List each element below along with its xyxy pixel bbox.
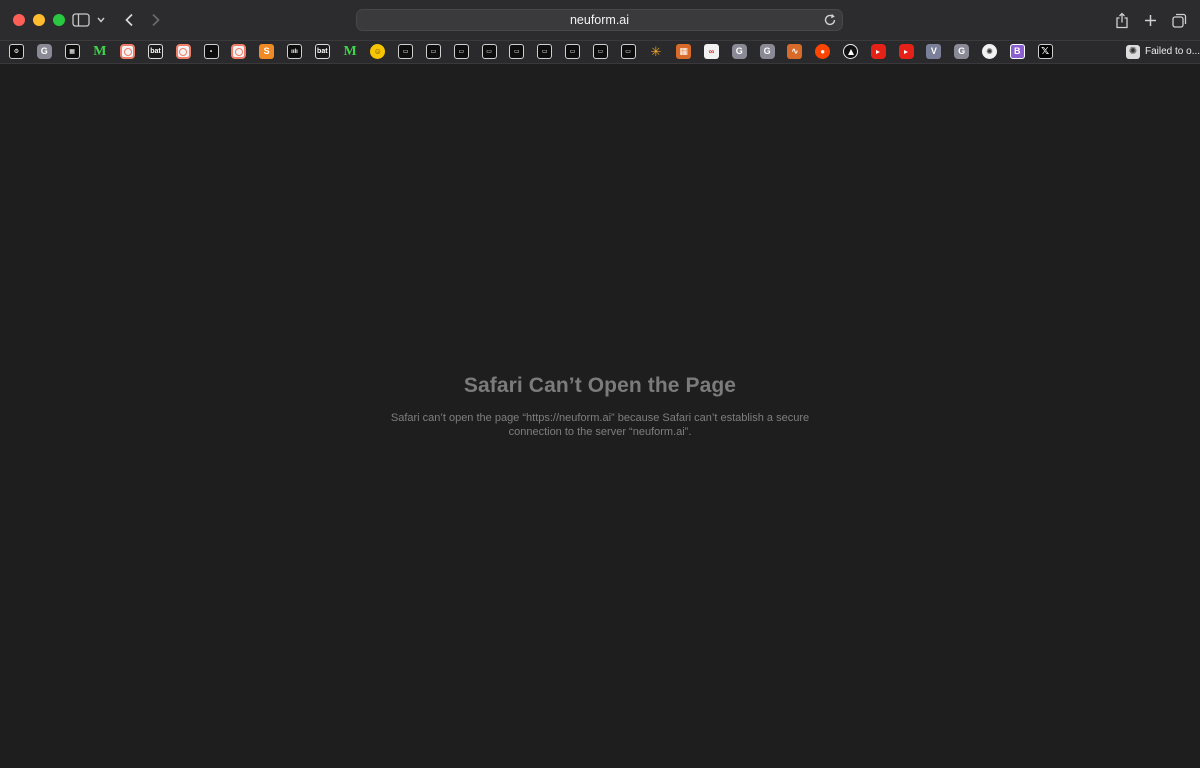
favorite-reddit-icon[interactable]: ● [815,44,831,59]
tab-favicon-icon: ✺ [1126,44,1140,59]
forward-button[interactable] [145,9,167,31]
open-tab[interactable]: ✺ Failed to o... [1126,43,1200,60]
favorite-site-icon[interactable]: ▭ [537,44,553,59]
chevron-right-icon [152,13,160,27]
share-icon [1116,12,1128,28]
minimize-window-button[interactable] [33,14,45,26]
favorite-site-icon[interactable]: ▭ [481,44,497,59]
favorites-bar: ✺ Failed to o... ⚙ G ▦ Mbat • Sıılı bat M ☺ ▭ ▭ ▭ ▭ ▭… [0,41,1200,64]
tab-overview-button[interactable] [1168,9,1190,31]
favorite-g-icon[interactable]: G [731,44,747,59]
error-message: Safari can’t open the page “https://neuf… [390,412,810,438]
error-page: Safari Can’t Open the Page Safari can’t … [0,374,1200,439]
close-window-button[interactable] [13,14,25,26]
browser-window: neuform.ai ✺ Failed to o... ⚙ G ▦ Mbat • Sııl… [0,0,1200,768]
favorite-g-icon[interactable]: G [759,44,775,59]
chevron-down-icon [97,17,105,23]
favorite-bars-icon[interactable]: ıılı [287,44,302,59]
favorite-site-icon[interactable]: ▭ [398,44,414,59]
favorite-m-icon[interactable]: M [92,44,107,59]
reload-icon[interactable] [823,13,837,27]
address-text: neuform.ai [569,13,630,27]
favorite-target-icon[interactable] [120,44,136,59]
window-controls [13,14,65,26]
favorite-site-icon[interactable]: ▭ [426,44,441,59]
favorite-s-icon[interactable]: S [259,44,275,59]
favorite-v-icon[interactable]: V [926,44,942,59]
favorite-x-icon[interactable]: 𝕏 [1037,44,1053,59]
error-title: Safari Can’t Open the Page [463,374,737,397]
favorite-youtube-icon[interactable] [870,44,886,59]
browser-toolbar: neuform.ai [0,0,1200,41]
plus-icon [1144,14,1156,26]
sidebar-icon [72,13,90,27]
favorite-openai-icon[interactable]: ✺ [982,44,997,59]
favorite-target-icon[interactable] [231,44,247,59]
back-button[interactable] [118,9,140,31]
favorite-m-icon[interactable]: M [343,44,358,59]
favorite-photo-icon[interactable]: ▦ [64,44,80,59]
sidebar-toggle-button[interactable] [71,9,91,31]
favorite-b-icon[interactable]: B [1009,44,1025,59]
favorite-batman-icon[interactable]: bat [314,44,330,59]
favorite-site-icon[interactable]: ▭ [592,44,608,59]
chevron-left-icon [125,13,133,27]
favorite-site-icon[interactable]: ▭ [453,44,469,59]
favorite-g-icon[interactable]: G [36,44,52,59]
new-tab-button[interactable] [1139,9,1161,31]
favorite-smile-icon[interactable]: ☺ [370,44,386,59]
favorite-target-icon[interactable] [175,44,191,59]
favorite-site-icon[interactable]: ▭ [565,44,580,59]
favorite-gear-icon[interactable]: ⚙ [9,44,24,59]
favorite-batman-icon[interactable]: bat [148,44,163,59]
favorite-grid-icon[interactable]: ▦ [676,44,692,59]
favorite-infinity-icon[interactable]: ∞ [704,44,719,59]
favorite-youtube-icon[interactable] [898,44,914,59]
favorite-triangle-icon[interactable] [843,44,858,59]
address-bar[interactable]: neuform.ai [356,9,843,31]
tab-group-menu-button[interactable] [95,9,107,31]
favorite-dot-icon[interactable]: • [203,44,219,59]
favorite-walmart-icon[interactable]: ✳ [648,44,663,59]
tab-title: Failed to o... [1145,46,1200,57]
tab-overview-icon [1171,13,1186,28]
favorite-wave-icon[interactable]: ∿ [787,44,803,59]
zoom-window-button[interactable] [53,14,65,26]
favorite-site-icon[interactable]: ▭ [620,44,636,59]
favorite-site-icon[interactable]: ▭ [509,44,525,59]
favorite-g-icon[interactable]: G [954,44,970,59]
share-button[interactable] [1111,9,1133,31]
